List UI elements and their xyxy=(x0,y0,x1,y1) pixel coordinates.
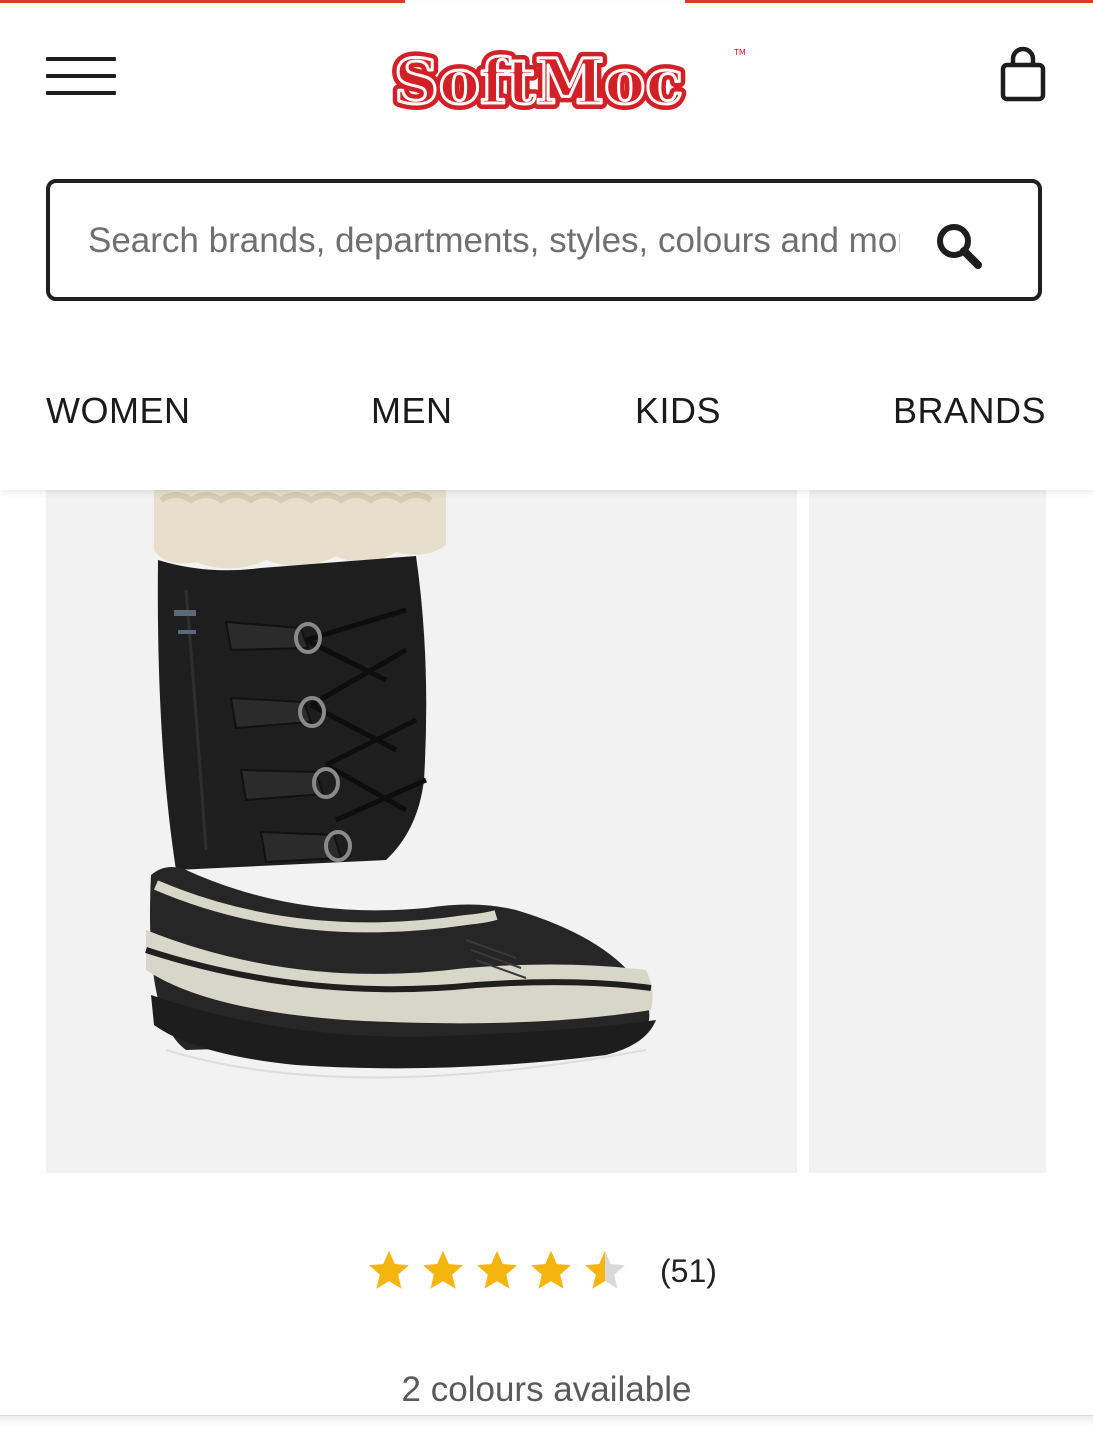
logo-text: SoftMoc xyxy=(394,45,683,118)
review-count[interactable]: (51) xyxy=(660,1253,717,1290)
nav-item-men[interactable]: MEN xyxy=(371,385,453,437)
colours-available: 2 colours available xyxy=(401,1370,692,1409)
menu-line xyxy=(46,57,116,61)
softmoc-logo[interactable]: SoftMoc SoftMoc TM xyxy=(388,31,758,126)
logo-trademark: TM xyxy=(733,48,746,57)
star-icon xyxy=(477,1250,517,1289)
product-image-carousel xyxy=(0,490,1093,1180)
search-input[interactable] xyxy=(88,213,900,269)
star-icon xyxy=(423,1250,463,1289)
half-star-icon xyxy=(585,1250,625,1289)
product-image[interactable] xyxy=(46,490,797,1173)
boot-illustration xyxy=(145,490,656,1079)
nav-item-women[interactable]: WOMEN xyxy=(46,385,190,437)
search-bar xyxy=(46,179,1042,301)
star-icon xyxy=(531,1250,571,1289)
product-rating[interactable]: (51) xyxy=(366,1247,766,1303)
nav-item-brands[interactable]: BRANDS xyxy=(893,385,1046,437)
search-icon[interactable] xyxy=(932,219,988,275)
nav-item-kids[interactable]: KIDS xyxy=(635,385,721,437)
category-nav: WOMEN MEN KIDS BRANDS xyxy=(46,385,1046,437)
shopping-bag-icon[interactable] xyxy=(995,45,1051,105)
star-icon xyxy=(369,1250,409,1289)
site-header: SoftMoc SoftMoc TM WOMEN MEN KIDS BRANDS xyxy=(0,3,1093,490)
menu-line xyxy=(46,91,116,95)
bottom-divider xyxy=(0,1415,1093,1441)
menu-line xyxy=(46,74,116,78)
hamburger-menu-button[interactable] xyxy=(46,55,118,99)
next-product-image[interactable] xyxy=(809,490,1046,1173)
